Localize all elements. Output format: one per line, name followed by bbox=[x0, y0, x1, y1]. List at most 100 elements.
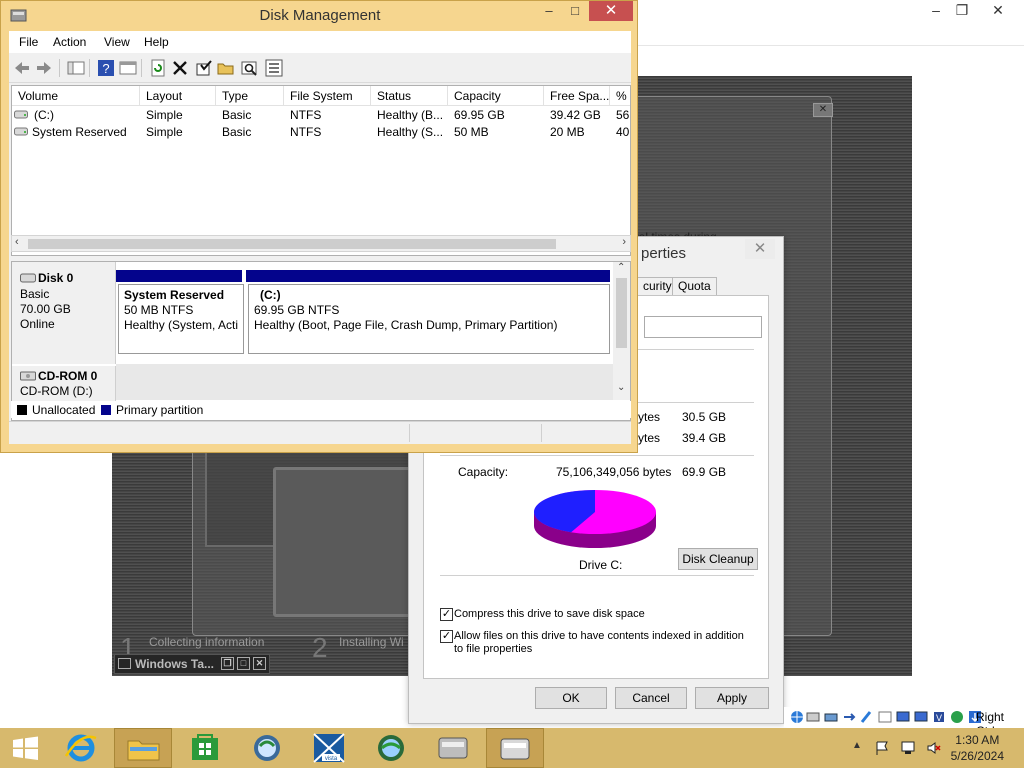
settings-list-icon[interactable] bbox=[265, 59, 283, 77]
clock-time: 1:30 AM bbox=[955, 733, 1000, 747]
disk-cleanup-button[interactable]: Disk Cleanup bbox=[678, 548, 758, 570]
table-row[interactable]: (C:) Simple Basic NTFS Healthy (B... 69.… bbox=[12, 106, 630, 123]
column-capacity[interactable]: Capacity bbox=[448, 86, 544, 106]
column-status[interactable]: Status bbox=[371, 86, 448, 106]
monitor-icon[interactable] bbox=[896, 710, 910, 724]
volume-file-system: NTFS bbox=[290, 108, 322, 122]
toolbar-divider bbox=[89, 59, 90, 77]
column-percent-free[interactable]: % F bbox=[610, 86, 630, 106]
back-arrow-icon[interactable] bbox=[13, 59, 31, 77]
minimize-button[interactable]: – bbox=[537, 1, 561, 21]
drive-properties-taskbar-button[interactable] bbox=[486, 728, 544, 768]
dialog-close-button[interactable]: ✕ bbox=[745, 239, 775, 259]
unallocated-swatch bbox=[17, 405, 27, 415]
open-folder-icon[interactable] bbox=[217, 59, 235, 77]
optical-drive-icon[interactable] bbox=[806, 710, 820, 724]
action-center-flag-icon[interactable] bbox=[874, 740, 890, 756]
delete-icon[interactable] bbox=[171, 59, 189, 77]
drive-label-input[interactable] bbox=[644, 316, 762, 338]
disk-0-label[interactable]: Disk 0 Basic 70.00 GB Online bbox=[12, 262, 116, 364]
ok-button[interactable]: OK bbox=[535, 687, 607, 709]
volume-layout: Simple bbox=[146, 108, 183, 122]
partition-bar bbox=[116, 270, 242, 282]
drive-icon bbox=[14, 110, 28, 119]
network-icon[interactable] bbox=[900, 740, 916, 756]
store-icon[interactable] bbox=[176, 728, 234, 768]
restore-icon[interactable]: ❐ bbox=[221, 657, 234, 670]
globe-app-icon[interactable] bbox=[238, 728, 296, 768]
apply-button[interactable]: Apply bbox=[695, 687, 769, 709]
legend: Unallocated Primary partition bbox=[11, 401, 631, 418]
show-hidden-icons-icon[interactable]: ▲ bbox=[852, 740, 862, 751]
shared-folder-icon[interactable] bbox=[860, 710, 874, 724]
vista-installer-icon[interactable]: vista bbox=[300, 728, 358, 768]
cancel-button[interactable]: Cancel bbox=[615, 687, 687, 709]
setup-task-title: Windows Ta... bbox=[135, 657, 215, 671]
internet-explorer-icon[interactable] bbox=[54, 728, 112, 768]
help-icon[interactable]: ? bbox=[97, 59, 115, 77]
cdrom-drive: CD-ROM (D:) bbox=[20, 384, 93, 398]
drive-icon bbox=[500, 738, 530, 760]
menu-view[interactable]: View bbox=[104, 35, 130, 49]
display-icon[interactable] bbox=[878, 710, 892, 724]
host-restore-button[interactable]: ❐ bbox=[942, 0, 982, 20]
forward-arrow-icon[interactable] bbox=[35, 59, 53, 77]
toolbar-divider bbox=[59, 59, 60, 77]
disk-management-taskbar-icon[interactable] bbox=[424, 728, 482, 768]
volume-capacity: 69.95 GB bbox=[454, 108, 505, 122]
maximize-button[interactable]: □ bbox=[563, 1, 587, 21]
host-close-button[interactable]: ✕ bbox=[978, 0, 1018, 20]
audio-icon[interactable] bbox=[824, 710, 838, 724]
scroll-thumb[interactable] bbox=[616, 278, 627, 348]
column-volume[interactable]: Volume bbox=[12, 86, 140, 106]
table-row[interactable]: System Reserved Simple Basic NTFS Health… bbox=[12, 123, 630, 140]
cpu-icon[interactable]: V bbox=[932, 710, 946, 724]
globe-setup-icon[interactable] bbox=[362, 728, 420, 768]
network-globe-icon[interactable] bbox=[790, 710, 804, 724]
recording-globe-icon[interactable] bbox=[950, 710, 964, 724]
partition-status: Healthy (Boot, Page File, Crash Dump, Pr… bbox=[254, 318, 558, 332]
properties-pane-icon[interactable] bbox=[119, 59, 137, 77]
check-mark-icon[interactable] bbox=[195, 59, 213, 77]
scroll-left-icon[interactable]: ‹ bbox=[15, 236, 19, 248]
setup-step-1-label: Collecting information bbox=[149, 635, 265, 649]
close-button[interactable]: ✕ bbox=[589, 1, 633, 21]
console-tree-icon[interactable] bbox=[67, 59, 85, 77]
disk-kind: Basic bbox=[20, 287, 50, 301]
column-free-space[interactable]: Free Spa... bbox=[544, 86, 610, 106]
close-icon[interactable]: ✕ bbox=[253, 657, 266, 670]
refresh-icon[interactable] bbox=[149, 59, 167, 77]
start-button[interactable] bbox=[0, 728, 58, 768]
dialog-title: perties bbox=[641, 245, 687, 262]
menu-action[interactable]: Action bbox=[53, 35, 86, 49]
compress-checkbox[interactable]: ✓ bbox=[440, 608, 453, 621]
scroll-right-icon[interactable]: › bbox=[622, 236, 626, 248]
setup-minimized-task[interactable]: Windows Ta... ❐ □ ✕ bbox=[114, 654, 270, 674]
file-explorer-button[interactable] bbox=[114, 728, 172, 768]
partition-system-reserved[interactable]: System Reserved 50 MB NTFS Healthy (Syst… bbox=[118, 284, 244, 354]
cdrom-0-label[interactable]: CD-ROM 0 CD-ROM (D:) bbox=[12, 366, 116, 402]
column-layout[interactable]: Layout bbox=[140, 86, 216, 106]
partition-c[interactable]: (C:) 69.95 GB NTFS Healthy (Boot, Page F… bbox=[248, 284, 610, 354]
menu-help[interactable]: Help bbox=[144, 35, 169, 49]
scroll-thumb[interactable] bbox=[28, 239, 556, 249]
clock[interactable]: 1:30 AM 5/26/2024 bbox=[951, 732, 1004, 764]
drive-label: Drive C: bbox=[579, 558, 623, 572]
tab-quota[interactable]: Quota bbox=[672, 277, 717, 295]
horizontal-scrollbar[interactable]: ‹ › bbox=[11, 235, 631, 252]
usb-icon[interactable] bbox=[842, 710, 856, 724]
maximize-icon[interactable]: □ bbox=[237, 657, 250, 670]
menu-file[interactable]: File bbox=[19, 35, 38, 49]
screen-icon[interactable] bbox=[914, 710, 928, 724]
divider bbox=[440, 455, 754, 456]
scroll-down-icon[interactable]: ⌄ bbox=[617, 382, 625, 393]
svg-text:?: ? bbox=[102, 61, 109, 76]
search-icon[interactable] bbox=[241, 59, 259, 77]
column-file-system[interactable]: File System bbox=[284, 86, 371, 106]
index-checkbox[interactable]: ✓ bbox=[440, 630, 453, 643]
column-type[interactable]: Type bbox=[216, 86, 284, 106]
scroll-up-icon[interactable]: ⌃ bbox=[617, 262, 625, 273]
volume-muted-icon[interactable] bbox=[926, 740, 942, 756]
menu-bar: File Action View Help bbox=[9, 31, 631, 53]
vertical-scrollbar[interactable]: ⌃ ⌄ bbox=[613, 262, 630, 400]
